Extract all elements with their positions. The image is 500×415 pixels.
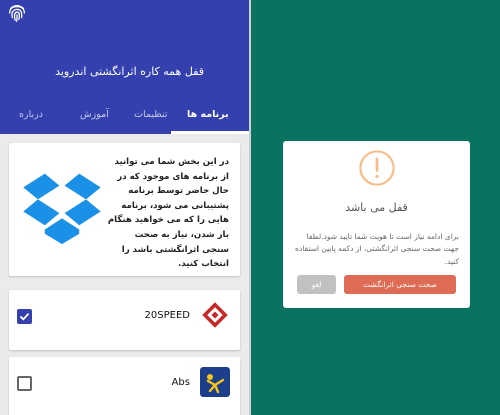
tab-about[interactable]: درباره	[19, 109, 43, 120]
tab-programs[interactable]: برنامه ها	[187, 109, 229, 120]
warning-icon	[359, 150, 395, 186]
abs-app-icon	[200, 367, 230, 397]
lock-dialog: قفل می باشد برای ادامه نیاز است تا هویت …	[283, 141, 470, 308]
tab-tutorial[interactable]: آموزش	[80, 109, 109, 120]
checkbox-checked[interactable]	[17, 309, 32, 324]
dropbox-icon	[23, 173, 101, 245]
app-name: 20SPEED	[144, 310, 190, 321]
app-name: Abs	[171, 377, 190, 388]
app-title: قفل همه کاره اثرانگشتی اندروید	[55, 65, 204, 78]
cancel-button[interactable]: لغو	[297, 275, 336, 294]
app-bar: قفل همه کاره اثرانگشتی اندروید برنامه ها…	[0, 0, 249, 134]
fingerprint-icon	[9, 5, 25, 22]
speed-app-icon	[200, 300, 230, 330]
tab-bar: برنامه ها تنظیمات آموزش درباره	[0, 100, 249, 134]
lock-screen-pane: قفل می باشد برای ادامه نیاز است تا هویت …	[251, 0, 500, 415]
verify-fingerprint-button[interactable]: صحت سنجی اثرانگشت	[344, 275, 456, 294]
app-list-item[interactable]: 20SPEED	[9, 290, 240, 350]
checkbox-unchecked[interactable]	[17, 376, 32, 391]
tab-settings[interactable]: تنظیمات	[134, 109, 168, 120]
dialog-message: برای ادامه نیاز است تا هویت شما تایید شو…	[295, 232, 459, 266]
check-icon	[19, 313, 30, 321]
info-card: در این بخش شما می توانید از برنامه های م…	[9, 143, 240, 276]
app-pane: قفل همه کاره اثرانگشتی اندروید برنامه ها…	[0, 0, 249, 415]
info-text: در این بخش شما می توانید از برنامه های م…	[107, 157, 229, 270]
active-tab-indicator	[171, 131, 249, 134]
dialog-title: قفل می باشد	[345, 201, 408, 214]
app-list-item[interactable]: Abs	[9, 357, 240, 415]
